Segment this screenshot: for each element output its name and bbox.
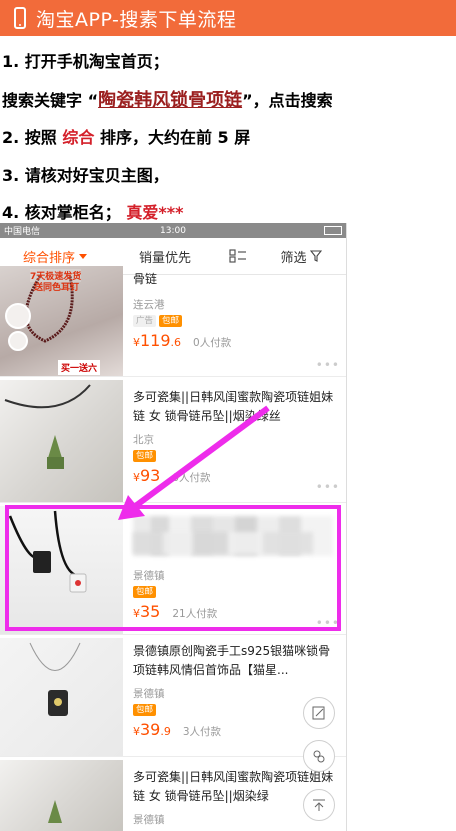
footprint-button[interactable]: [303, 740, 335, 772]
keyword-suffix: ”，点击搜索: [242, 91, 333, 110]
free-shipping-tag: 包邮: [159, 315, 183, 327]
product-price-decimal: .6: [170, 336, 182, 349]
product-location: 连云港: [133, 299, 165, 311]
currency-symbol: ¥: [133, 471, 140, 484]
thumb-promo: 买一送六: [58, 360, 101, 375]
more-options-icon[interactable]: •••: [316, 480, 340, 494]
product-title: 骨链: [133, 272, 158, 286]
thumb-text-2: 送同色耳钉: [34, 283, 80, 293]
product-location: 景德镇: [133, 688, 165, 700]
product-info: 多可瓷集||日韩风闺蜜款陶瓷项链姐妹链 女 锁骨链吊坠||烟染绿丝 北京 包邮 …: [133, 380, 340, 485]
product-item[interactable]: 多可瓷集||日韩风闺蜜款陶瓷项链姐妹链 女 锁骨链吊坠||烟染绿 景德镇: [0, 760, 346, 831]
target-highlight-box: [5, 505, 341, 631]
step-3: 3. 请核对好宝贝主图，: [2, 166, 169, 185]
sold-count: 3人付款: [182, 726, 222, 738]
product-price: 119: [140, 331, 171, 350]
phone-icon: [14, 7, 26, 29]
step-4-prefix: 4. 核对掌柜名；: [2, 203, 121, 222]
banner-title: 淘宝APP-搜素下单流程: [36, 8, 237, 31]
price-row: ¥93 0人付款: [133, 466, 340, 485]
product-item[interactable]: 多可瓷集||日韩风闺蜜款陶瓷项链姐妹链 女 锁骨链吊坠||烟染绿丝 北京 包邮 …: [0, 380, 346, 503]
product-price: 39: [140, 720, 161, 739]
product-image: [0, 638, 123, 756]
price-row: ¥119.6 0人付款: [133, 331, 340, 350]
more-options-icon[interactable]: •••: [316, 358, 340, 372]
instruction-banner: 淘宝APP-搜素下单流程: [0, 0, 456, 36]
product-image: 7天极速发货 送同色耳钉 买一送六: [0, 266, 123, 376]
step-2: 2. 按照 综合 排序，大约在前 5 屏: [2, 124, 250, 148]
product-item[interactable]: 7天极速发货 送同色耳钉 买一送六 骨链 连云港 广告 包邮 ¥119.6 0人付款…: [0, 266, 346, 377]
filter-label: 筛选: [280, 250, 307, 266]
sort-comprehensive-tab[interactable]: 综合排序: [0, 247, 110, 266]
sort-highlight: 综合: [62, 128, 95, 147]
step-keyword: 搜索关键字 “陶瓷韩风锁骨项链”，点击搜索: [2, 86, 333, 112]
product-info: 骨链 连云港 广告 包邮 ¥119.6 0人付款: [133, 266, 340, 350]
product-location: 北京: [133, 434, 154, 446]
chevron-down-icon: [79, 253, 87, 259]
arrow-up-icon: [313, 799, 325, 811]
feedback-button[interactable]: [303, 697, 335, 729]
footprint-icon: [313, 750, 325, 763]
status-time: 13:00: [160, 225, 186, 236]
product-price-decimal: .9: [160, 725, 171, 738]
step-4: 4. 核对掌柜名； 真爱***: [2, 199, 183, 223]
currency-symbol: ¥: [133, 725, 140, 738]
product-image: [0, 760, 123, 831]
step-2-suffix: 排序，大约在前 5 屏: [94, 128, 251, 147]
list-view-icon: [229, 249, 246, 263]
product-title: 多可瓷集||日韩风闺蜜款陶瓷项链姐妹链 女 锁骨链吊坠||烟染绿丝: [133, 390, 334, 423]
filter-button[interactable]: 筛选: [256, 247, 346, 266]
sold-count: 0人付款: [172, 472, 211, 484]
currency-symbol: ¥: [133, 336, 140, 349]
back-to-top-button[interactable]: [303, 789, 335, 821]
sort-sales-label: 销量优先: [138, 250, 191, 266]
search-keyword: 陶瓷韩风锁骨项链: [98, 90, 243, 111]
list-view-toggle[interactable]: [220, 248, 256, 264]
step-1: 1. 打开手机淘宝首页；: [2, 52, 169, 71]
product-image: [0, 380, 123, 502]
step-2-prefix: 2. 按照: [2, 128, 63, 147]
sort-sales-tab[interactable]: 销量优先: [110, 247, 220, 266]
edit-icon: [312, 706, 325, 720]
product-title: 景德镇原创陶瓷手工s925银猫咪锁骨项链韩风情侣首饰品【猫星...: [133, 644, 331, 677]
filter-icon: [309, 250, 322, 262]
product-price: 93: [140, 466, 161, 485]
sold-count: 0人付款: [193, 337, 232, 349]
carrier-label: 中国电信: [4, 227, 41, 237]
sort-comprehensive-label: 综合排序: [22, 250, 75, 266]
free-shipping-tag: 包邮: [133, 450, 157, 462]
shopkeeper-name: 真爱***: [126, 203, 184, 222]
keyword-prefix: 搜索关键字 “: [2, 91, 99, 110]
status-bar: 中国电信 13:00: [0, 223, 346, 238]
product-item[interactable]: 景德镇原创陶瓷手工s925银猫咪锁骨项链韩风情侣首饰品【猫星... 景德镇 包邮…: [0, 638, 346, 757]
ad-tag: 广告: [133, 315, 157, 327]
battery-icon: [324, 226, 342, 235]
free-shipping-tag: 包邮: [133, 704, 157, 716]
